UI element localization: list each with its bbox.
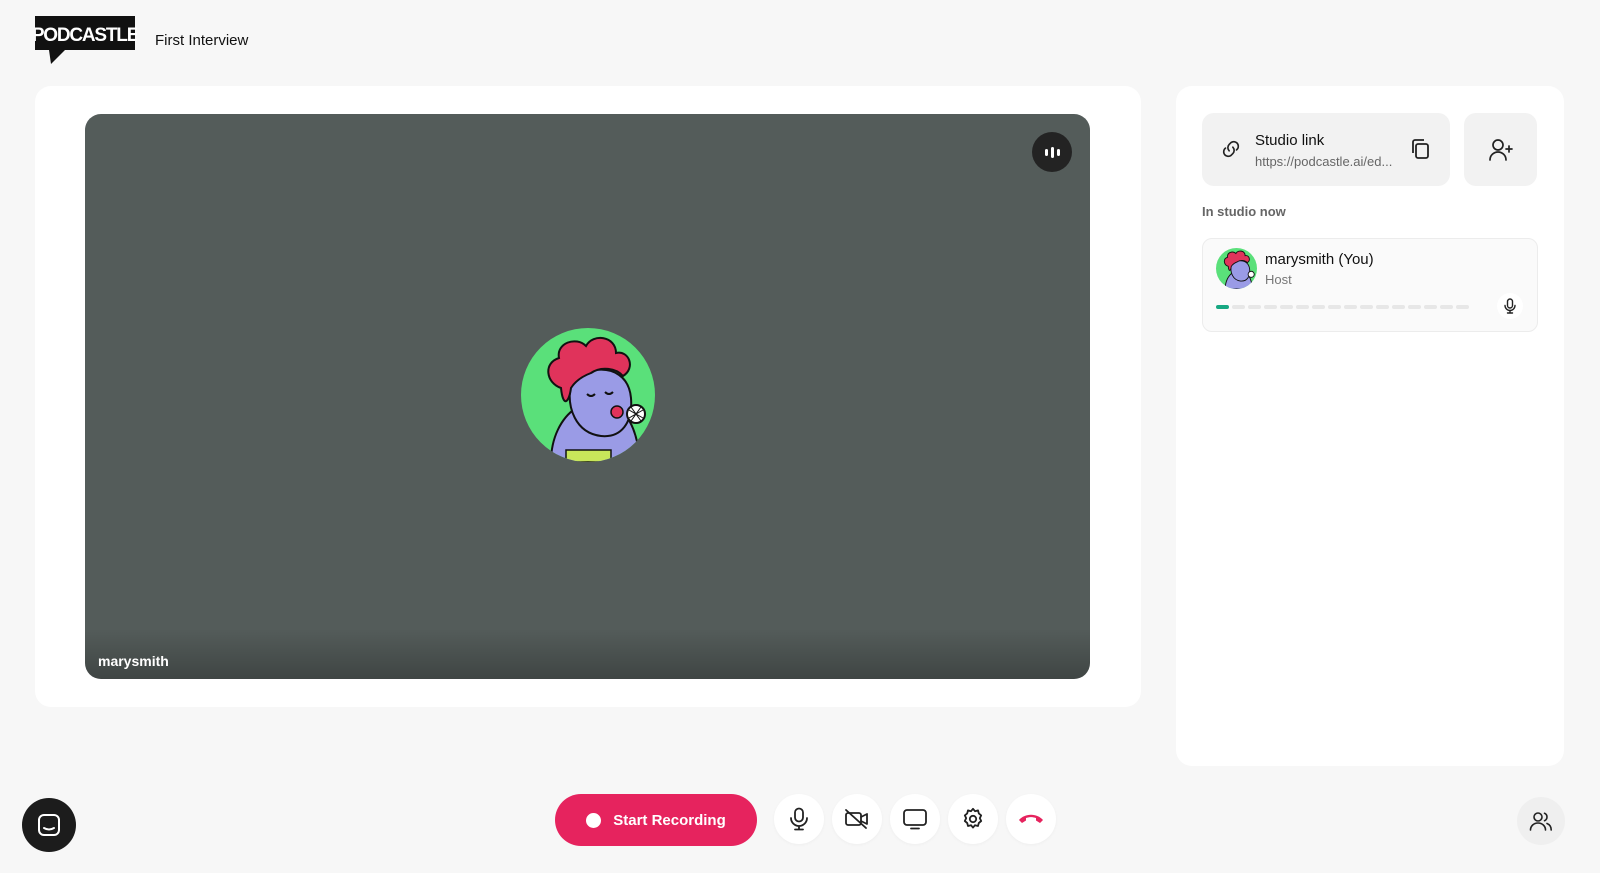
participant-card: marysmith (You) Host (1202, 238, 1538, 332)
audio-level-segment (1232, 305, 1245, 309)
audio-level-segment (1280, 305, 1293, 309)
project-title[interactable]: First Interview (155, 32, 248, 49)
record-dot-icon (586, 812, 602, 828)
participant-card-name: marysmith (You) (1265, 251, 1374, 268)
in-studio-heading: In studio now (1202, 204, 1286, 219)
stage-card: marysmith (35, 86, 1141, 707)
audio-level-segment (1296, 305, 1309, 309)
avatar (521, 328, 655, 462)
audio-level-segment (1440, 305, 1453, 309)
audio-level-segment (1328, 305, 1341, 309)
microphone-button[interactable] (774, 794, 824, 844)
audio-level-segment (1408, 305, 1421, 309)
microphone-icon (790, 807, 808, 831)
podcastle-logo[interactable]: PODCASTLE (32, 16, 140, 66)
audio-level-segment (1392, 305, 1405, 309)
leave-call-button[interactable] (1006, 794, 1056, 844)
hang-up-icon (1019, 814, 1043, 823)
screen-share-icon (903, 809, 927, 830)
participants-panel-button[interactable] (1517, 797, 1565, 845)
camera-off-icon (845, 809, 868, 829)
studio-link-box[interactable]: Studio link https://podcastle.ai/ed... (1202, 113, 1450, 186)
audio-level-segment (1424, 305, 1437, 309)
start-recording-button[interactable]: Start Recording (555, 794, 757, 846)
audio-level-segment (1456, 305, 1469, 309)
avatar (1216, 248, 1257, 289)
audio-level-segment (1344, 305, 1357, 309)
studio-link-title: Studio link (1255, 132, 1325, 149)
invite-guest-button[interactable] (1464, 113, 1537, 186)
speaking-indicator-icon (1032, 132, 1072, 172)
start-recording-label: Start Recording (613, 811, 726, 829)
audio-level-segment (1360, 305, 1373, 309)
logo-text: PODCASTLE (35, 25, 137, 46)
camera-toggle-button[interactable] (832, 794, 882, 844)
audio-level-meter (1216, 305, 1469, 309)
chat-launcher-button[interactable] (22, 798, 76, 852)
audio-level-segment (1248, 305, 1261, 309)
participant-name-label: marysmith (98, 653, 169, 669)
chat-icon (38, 814, 60, 836)
gear-icon (963, 807, 983, 829)
audio-level-segment (1312, 305, 1325, 309)
video-gradient (85, 629, 1090, 679)
settings-button[interactable] (948, 794, 998, 844)
user-plus-icon (1488, 138, 1513, 161)
side-panel: Studio link https://podcastle.ai/ed... I… (1176, 86, 1564, 766)
audio-level-segment (1216, 305, 1229, 309)
screen-share-button[interactable] (890, 794, 940, 844)
participant-role: Host (1265, 272, 1292, 287)
users-icon (1529, 812, 1552, 831)
audio-level-segment (1264, 305, 1277, 309)
audio-level-segment (1376, 305, 1389, 309)
link-icon (1220, 138, 1242, 165)
studio-link-url: https://podcastle.ai/ed... (1255, 154, 1393, 169)
copy-icon[interactable] (1410, 138, 1430, 165)
participant-mic-icon (1497, 293, 1523, 319)
video-tile: marysmith (85, 114, 1090, 679)
